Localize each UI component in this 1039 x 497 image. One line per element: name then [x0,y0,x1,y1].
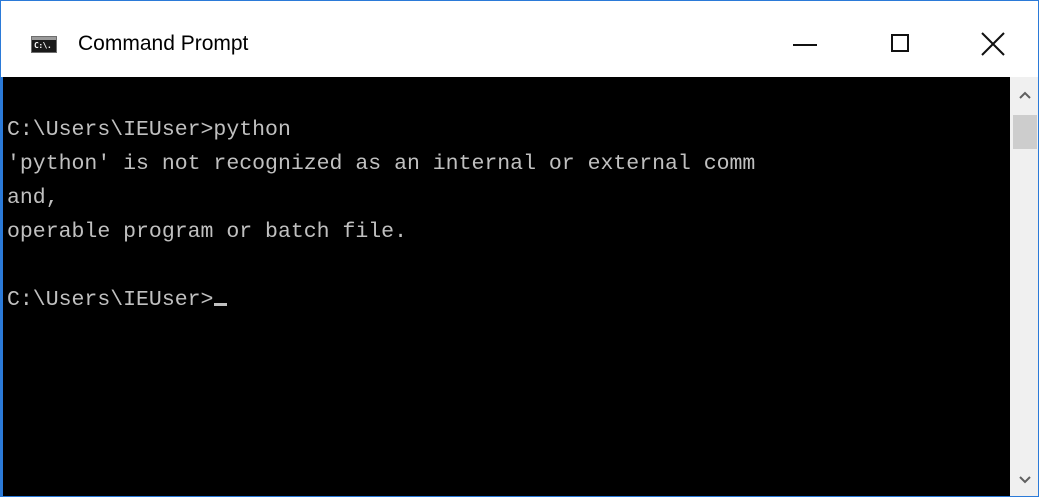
console-output[interactable]: C:\Users\IEUser>python 'python' is not r… [1,77,1010,496]
chevron-up-icon [1019,91,1031,99]
cmd-icon-text: C:\. [34,41,52,50]
window-left-border [1,77,3,496]
vertical-scrollbar[interactable] [1010,77,1038,496]
console-line-current-prompt[interactable]: C:\Users\IEUser> [7,287,228,313]
scroll-up-button[interactable] [1010,77,1038,113]
chevron-down-icon [1019,476,1031,484]
command-prompt-window: C:\. Command Prompt C:\Users\IEUser>pyth… [0,0,1039,497]
console-line-error-1: 'python' is not recognized as an interna… [7,152,756,176]
scroll-down-button[interactable] [1010,462,1038,496]
title-bar[interactable]: C:\. Command Prompt [1,1,1038,77]
close-icon [981,32,1005,56]
scrollbar-thumb[interactable] [1013,115,1037,149]
maximize-button[interactable] [875,19,927,69]
console-line-prompt-python: C:\Users\IEUser>python [7,118,291,142]
window-title: Command Prompt [78,32,249,55]
minimize-button[interactable] [779,19,831,69]
console-line-error-3: operable program or batch file. [7,220,407,244]
current-prompt-text: C:\Users\IEUser> [7,288,214,312]
console-line-error-2: and, [7,186,59,210]
cmd-app-icon[interactable]: C:\. [31,36,57,53]
minimize-icon [793,44,817,46]
maximize-icon [891,34,909,52]
close-button[interactable] [967,19,1019,69]
text-cursor [214,303,228,306]
